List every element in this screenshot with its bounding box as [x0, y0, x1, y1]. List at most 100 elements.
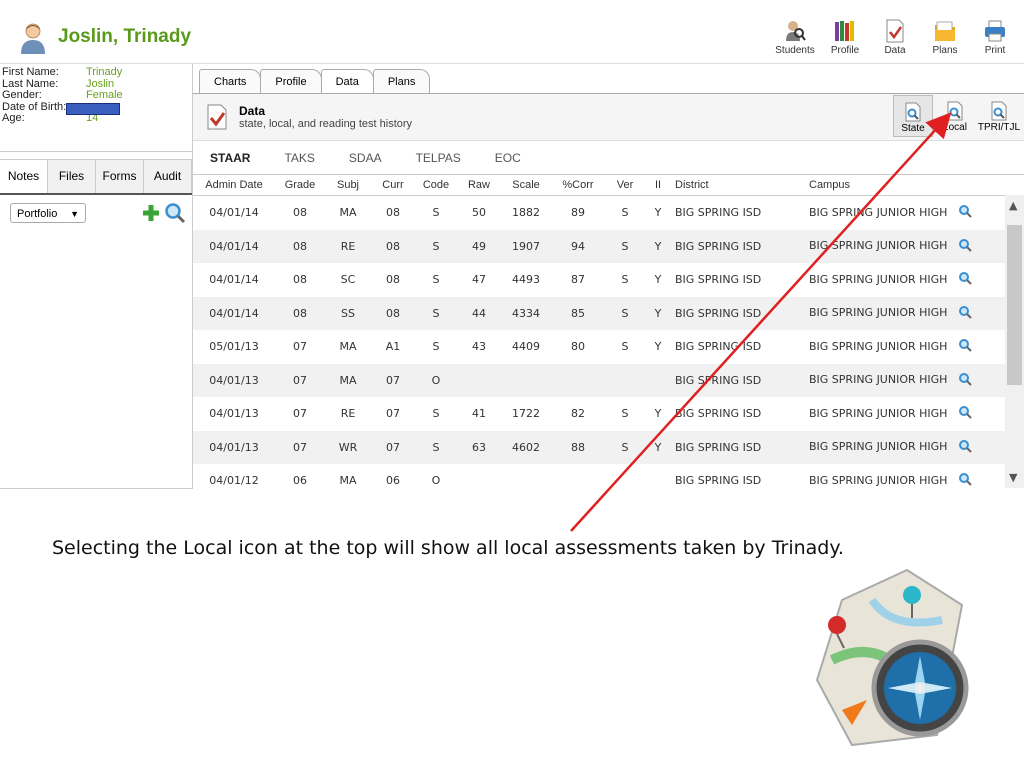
tab-eoc[interactable]: EOC [478, 151, 538, 165]
col-pct-corr[interactable]: %Corr [551, 179, 605, 191]
state-button[interactable]: State [893, 95, 933, 137]
cell-district: BIG SPRING ISD [675, 373, 762, 387]
student-avatar-icon [21, 23, 45, 54]
cell-grade: 07 [293, 407, 307, 421]
cell-ii: Y [654, 407, 662, 421]
nav-print-button[interactable]: Print [970, 19, 1020, 56]
tab-profile[interactable]: Profile [260, 69, 322, 94]
nav-data-label: Data [884, 45, 906, 56]
scrollbar-thumb[interactable] [1007, 225, 1022, 385]
tpri-tjl-button[interactable]: TPRI/TJL [977, 95, 1021, 137]
tab-forms[interactable]: Forms [96, 159, 144, 193]
nav-students-label: Students [775, 45, 815, 56]
cell-ii: Y [654, 440, 662, 454]
tab-audit[interactable]: Audit [144, 159, 192, 193]
cell-raw: 41 [472, 407, 486, 421]
cell-subj: MA [339, 373, 357, 387]
table-header: Admin Date Grade Subj Curr Code Raw Scal… [193, 175, 1020, 196]
row-details-button[interactable] [949, 372, 981, 389]
cell-campus: BIG SPRING JUNIOR HIGH [809, 406, 948, 420]
col-district[interactable]: District [671, 179, 809, 191]
cell-ver: S [621, 407, 629, 421]
cell-scale: 1907 [512, 239, 540, 253]
row-details-button[interactable] [949, 338, 981, 355]
tab-telpas[interactable]: TELPAS [399, 151, 478, 165]
col-scale[interactable]: Scale [501, 179, 551, 191]
local-report-icon [947, 101, 963, 121]
students-icon [786, 21, 806, 41]
cell-pct-corr: 94 [571, 239, 585, 253]
cell-subj: MA [339, 474, 357, 488]
chevron-down-icon: ▼ [70, 209, 79, 219]
cell-admin-date: 04/01/13 [209, 407, 259, 421]
cell-admin-date: 04/01/14 [209, 239, 259, 253]
search-icon[interactable] [164, 202, 186, 224]
cell-curr: 08 [386, 306, 400, 320]
row-details-button[interactable] [949, 305, 981, 322]
magnifier-icon [959, 339, 972, 352]
col-raw[interactable]: Raw [457, 179, 501, 191]
cell-subj: SC [340, 273, 356, 287]
tab-taks[interactable]: TAKS [267, 151, 331, 165]
col-code[interactable]: Code [415, 179, 457, 191]
col-campus[interactable]: Campus [809, 179, 949, 191]
cell-subj: RE [340, 407, 356, 421]
data-icon [886, 19, 904, 43]
row-details-button[interactable] [949, 204, 981, 221]
col-admin-date[interactable]: Admin Date [193, 179, 275, 191]
magnifier-icon [959, 473, 972, 486]
cell-scale: 1722 [512, 407, 540, 421]
scroll-down-icon[interactable]: ▼ [1009, 471, 1017, 484]
cell-district: BIG SPRING ISD [675, 407, 762, 421]
portfolio-select[interactable]: Portfolio ▼ [10, 203, 86, 223]
tab-notes[interactable]: Notes [0, 159, 48, 193]
tab-data[interactable]: Data [320, 69, 374, 95]
cell-subj: RE [340, 239, 356, 253]
cell-code: S [432, 340, 440, 354]
cell-admin-date: 04/01/12 [209, 474, 259, 488]
table-scrollbar[interactable]: ▲ ▼ [1005, 195, 1024, 488]
tab-plans[interactable]: Plans [372, 69, 431, 94]
cell-campus: BIG SPRING JUNIOR HIGH [809, 339, 948, 353]
nav-data-button[interactable]: Data [870, 19, 920, 56]
nav-profile-label: Profile [830, 45, 860, 56]
tab-staar[interactable]: STAAR [193, 151, 267, 165]
data-check-icon [207, 104, 227, 130]
cell-curr: 08 [386, 206, 400, 220]
nav-students-button[interactable]: Students [770, 19, 820, 56]
scroll-up-icon[interactable]: ▲ [1009, 199, 1017, 212]
col-curr[interactable]: Curr [371, 179, 415, 191]
col-ii[interactable]: II [645, 179, 671, 191]
row-details-button[interactable] [949, 238, 981, 255]
local-button[interactable]: Local [935, 95, 975, 137]
cell-pct-corr: 87 [571, 273, 585, 287]
magnifier-icon [959, 439, 972, 453]
profile-icon [835, 21, 854, 41]
cell-code: S [432, 306, 440, 320]
row-details-button[interactable] [949, 472, 981, 488]
cell-grade: 07 [293, 440, 307, 454]
cell-district: BIG SPRING ISD [675, 239, 762, 253]
cell-grade: 08 [293, 239, 307, 253]
add-icon[interactable] [142, 204, 160, 222]
nav-profile-button[interactable]: Profile [820, 19, 870, 56]
table-row: 04/01/13 07 MA 07 O BIG SPRING ISD BIG SPRING … [193, 363, 1005, 397]
row-details-button[interactable] [949, 439, 981, 456]
tab-sdaa[interactable]: SDAA [332, 151, 399, 165]
col-ver[interactable]: Ver [605, 179, 645, 191]
cell-code: O [431, 373, 441, 387]
nav-plans-button[interactable]: Plans [920, 19, 970, 56]
cell-ver: S [621, 340, 629, 354]
cell-admin-date: 04/01/14 [209, 306, 259, 320]
col-subj[interactable]: Subj [325, 179, 371, 191]
row-details-button[interactable] [949, 405, 981, 422]
cell-raw: 50 [472, 206, 486, 220]
tab-charts[interactable]: Charts [199, 69, 262, 94]
cell-scale: 4334 [512, 306, 540, 320]
instruction-caption: Selecting the Local icon at the top will… [52, 537, 844, 559]
col-grade[interactable]: Grade [275, 179, 325, 191]
row-details-button[interactable] [949, 271, 981, 288]
cell-curr: 07 [386, 373, 400, 387]
cell-admin-date: 04/01/14 [209, 206, 259, 220]
tab-files[interactable]: Files [48, 159, 96, 193]
